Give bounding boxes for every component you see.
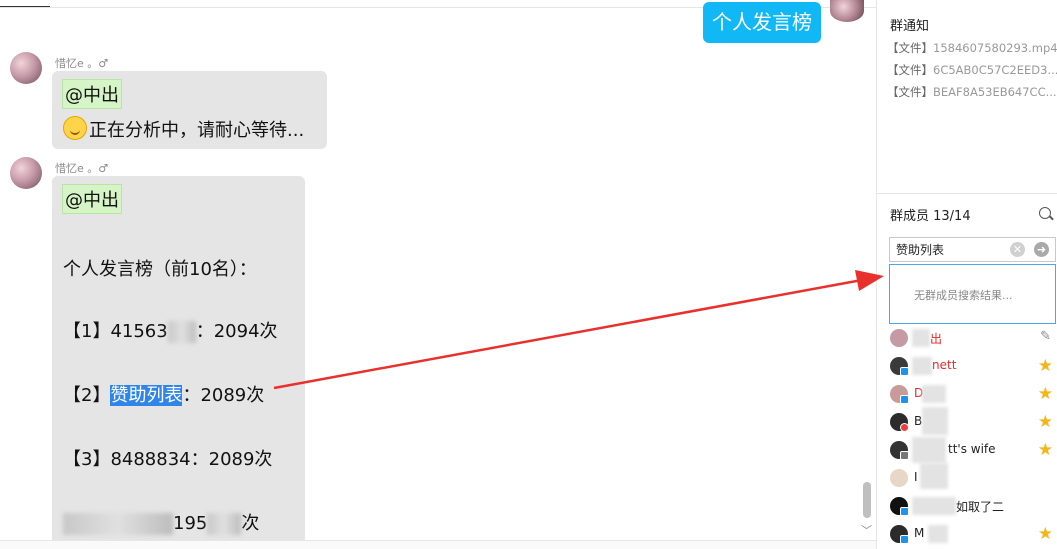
redacted-blur xyxy=(63,513,173,535)
star-icon: ★ xyxy=(1037,440,1053,460)
member-item[interactable]: tt's wife ★ xyxy=(890,437,1055,463)
no-result-text: 无群成员搜索结果... xyxy=(914,289,1013,302)
rank-row: 【1】41563 ：2094次 xyxy=(63,321,278,343)
mobile-online-icon xyxy=(900,507,909,516)
member-name: B xyxy=(914,414,923,428)
sender-name: 惜忆e 。♂ xyxy=(55,57,109,70)
rank-title: 个人发言榜（前10名）： xyxy=(63,259,257,280)
search-icon[interactable] xyxy=(1039,207,1051,219)
message-text: 正在分析中，请耐心等待... xyxy=(63,116,304,142)
notice-item[interactable]: 【文件】BEAF8A53EB647CC... xyxy=(887,84,1057,100)
chat-scrollbar-thumb[interactable] xyxy=(863,482,871,518)
smile-emoji-icon xyxy=(63,116,87,140)
redacted-blur xyxy=(928,525,948,543)
app-window: 个人发言榜 惜忆e 。♂ @中出 正在分析中，请耐心等待... 惜忆e 。♂ @… xyxy=(0,0,1057,549)
arrow-right-icon[interactable]: ➜ xyxy=(1034,242,1049,257)
redacted-blur xyxy=(912,437,946,463)
sent-message-bubble[interactable]: 个人发言榜 xyxy=(703,2,821,43)
notice-item[interactable]: 【文件】6C5AB0C57C2EED3... xyxy=(887,62,1057,78)
rank-row: 【3】8488834：2089次 xyxy=(63,449,273,470)
scroll-down-icon[interactable]: ﹀ xyxy=(861,522,872,538)
redacted-blur xyxy=(920,463,948,489)
message-bubble[interactable]: @中出 个人发言榜（前10名）： 【1】41563 ：2094次 【2】赞助列表：… xyxy=(52,176,305,549)
sender-name: 惜忆e 。♂ xyxy=(55,162,109,175)
redacted-blur xyxy=(912,357,932,375)
redacted-blur xyxy=(912,329,930,347)
member-name: 如取了二 xyxy=(956,500,1005,514)
pencil-icon[interactable]: ✎ xyxy=(1040,329,1051,344)
mention-tag[interactable]: @中出 xyxy=(62,184,122,214)
redacted-blur xyxy=(922,407,948,435)
group-info-panel: 群通知 【文件】1584607580293.mp4 【文件】6C5AB0C57C… xyxy=(876,0,1057,549)
notice-title: 群通知 xyxy=(890,19,930,34)
member-item[interactable]: 如取了二 xyxy=(890,497,1055,519)
redacted-blur xyxy=(167,321,196,343)
clear-icon[interactable]: ✕ xyxy=(1010,242,1025,257)
member-item[interactable]: M ★ xyxy=(890,524,1055,547)
star-icon: ★ xyxy=(1037,356,1053,376)
sender-avatar[interactable] xyxy=(10,157,42,189)
mobile-online-icon xyxy=(900,367,909,376)
member-avatar xyxy=(890,329,908,347)
redacted-blur xyxy=(207,513,242,535)
input-toolbar xyxy=(0,540,876,549)
member-name: M xyxy=(914,526,925,540)
member-item[interactable]: 出 ✎ xyxy=(890,329,1055,351)
sender-avatar[interactable] xyxy=(10,52,42,84)
self-avatar[interactable] xyxy=(830,0,864,22)
mobile-online-icon xyxy=(900,451,909,460)
mobile-online-icon xyxy=(900,535,909,544)
notice-item[interactable]: 【文件】1584607580293.mp4 xyxy=(887,40,1057,56)
redacted-blur xyxy=(912,497,956,515)
star-icon: ★ xyxy=(1037,412,1053,432)
member-item[interactable]: I xyxy=(890,463,1055,491)
member-name: tt's wife xyxy=(948,442,996,456)
redacted-blur xyxy=(922,385,946,403)
members-title: 群成员 13/14 xyxy=(890,209,971,224)
member-name: I xyxy=(914,470,918,484)
member-item[interactable]: D ★ xyxy=(890,384,1055,407)
message-bubble[interactable]: @中出 正在分析中，请耐心等待... xyxy=(52,71,327,149)
rank-row: 【2】赞助列表：2089次 xyxy=(63,385,265,406)
chat-area: 个人发言榜 惜忆e 。♂ @中出 正在分析中，请耐心等待... 惜忆e 。♂ @… xyxy=(0,0,876,549)
member-name: nett xyxy=(932,358,957,372)
selected-text-highlight[interactable]: 赞助列表 xyxy=(110,385,183,406)
rank-row: 195 次 xyxy=(63,509,259,535)
search-result-dropdown: 无群成员搜索结果... xyxy=(889,264,1056,324)
mobile-online-icon xyxy=(900,395,909,404)
star-icon: ★ xyxy=(1037,384,1053,404)
member-item[interactable]: nett ★ xyxy=(890,356,1055,379)
mention-tag[interactable]: @中出 xyxy=(62,79,122,109)
panel-divider xyxy=(877,193,1057,194)
member-avatar xyxy=(890,469,908,487)
member-item[interactable]: B ★ xyxy=(890,407,1055,435)
busy-status-icon xyxy=(900,423,909,432)
member-name: 出 xyxy=(930,332,943,346)
member-search-input[interactable] xyxy=(889,237,1056,262)
star-icon: ★ xyxy=(1037,524,1053,544)
